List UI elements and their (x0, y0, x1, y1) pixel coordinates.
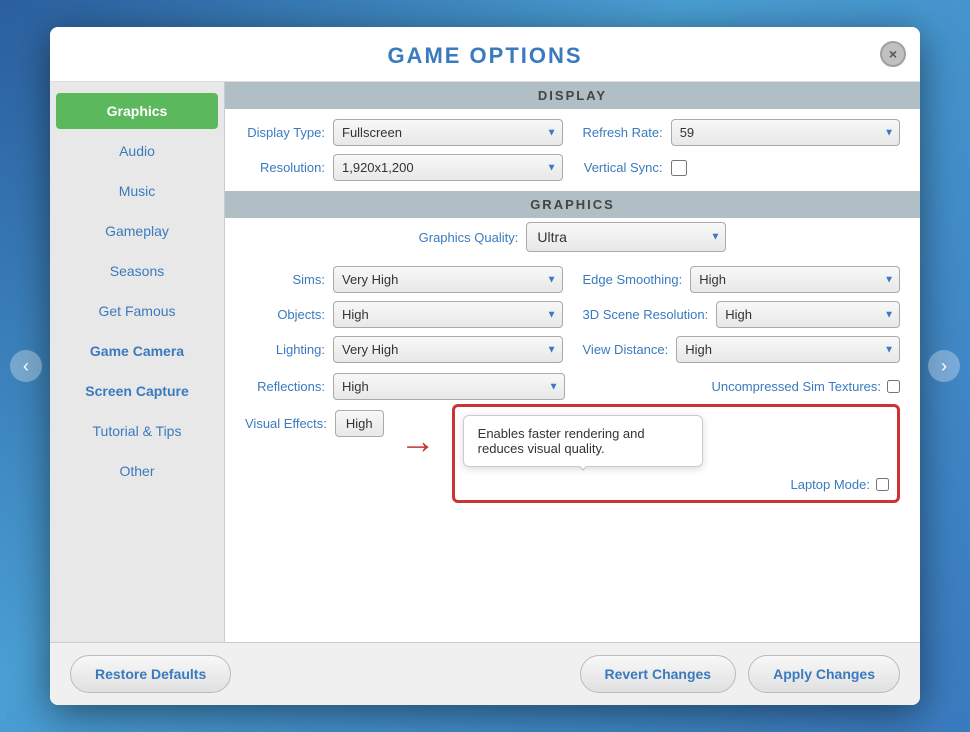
laptop-mode-label: Laptop Mode: (790, 477, 870, 492)
sidebar-item-other[interactable]: Other (56, 453, 218, 489)
graphics-quality-select[interactable]: Ultra Very High High Medium Low (526, 222, 726, 252)
view-distance-row: View Distance: High Very High Medium Low… (583, 336, 901, 363)
view-distance-select-wrapper: High Very High Medium Low ▼ (676, 336, 900, 363)
scene-resolution-row: 3D Scene Resolution: High Very High Medi… (583, 301, 901, 328)
tooltip-bubble: Enables faster rendering and reduces vis… (463, 415, 703, 467)
uncompressed-label: Uncompressed Sim Textures: (711, 379, 881, 395)
sims-row: Sims: Very High High Medium Low ▼ (245, 266, 563, 293)
objects-select-wrapper: High Very High Medium Low ▼ (333, 301, 563, 328)
uncompressed-checkbox[interactable] (887, 380, 900, 393)
refresh-rate-label: Refresh Rate: (583, 125, 663, 140)
lighting-label: Lighting: (245, 342, 325, 357)
resolution-label: Resolution: (245, 160, 325, 175)
sidebar-item-graphics[interactable]: Graphics (56, 93, 218, 129)
reflections-label: Reflections: (245, 379, 325, 394)
sims-label: Sims: (245, 272, 325, 287)
view-distance-label: View Distance: (583, 342, 669, 357)
sidebar-item-game-camera[interactable]: Game Camera (56, 333, 218, 369)
close-button[interactable]: × (880, 41, 906, 67)
graphics-quality-row: Graphics Quality: Ultra Very High High M… (225, 218, 920, 256)
vertical-sync-label: Vertical Sync: (583, 160, 663, 175)
vertical-sync-row: Vertical Sync: (583, 160, 901, 176)
graphics-quality-label: Graphics Quality: (419, 230, 519, 245)
apply-changes-button[interactable]: Apply Changes (748, 655, 900, 693)
objects-label: Objects: (245, 307, 325, 322)
display-section-header: Display (225, 82, 920, 109)
sidebar-item-audio[interactable]: Audio (56, 133, 218, 169)
red-arrow-icon: → (400, 420, 436, 462)
reflections-select-wrapper: High Very High Medium Low ▼ (333, 373, 565, 400)
laptop-mode-highlight-box: Enables faster rendering and reduces vis… (452, 404, 900, 503)
sims-select[interactable]: Very High High Medium Low (333, 266, 563, 293)
sidebar-item-music[interactable]: Music (56, 173, 218, 209)
display-type-label: Display Type: (245, 125, 325, 140)
display-type-row: Display Type: Fullscreen Windowed Border… (245, 119, 563, 146)
reflections-row: Reflections: High Very High Medium Low ▼ (245, 373, 565, 400)
revert-changes-button[interactable]: Revert Changes (580, 655, 737, 693)
scene-resolution-select[interactable]: High Very High Medium Low (716, 301, 900, 328)
view-distance-select[interactable]: High Very High Medium Low (676, 336, 900, 363)
dialog-header: Game Options × (50, 27, 920, 82)
vertical-sync-checkbox-wrapper (671, 160, 687, 176)
lighting-select-wrapper: Very High High Medium Low ▼ (333, 336, 563, 363)
edge-smoothing-label: Edge Smoothing: (583, 272, 683, 287)
tooltip-text: Enables faster rendering and reduces vis… (478, 426, 645, 456)
reflections-uncompressed-row: Reflections: High Very High Medium Low ▼… (225, 373, 920, 404)
refresh-rate-row: Refresh Rate: 59 60 30 ▼ (583, 119, 901, 146)
edge-smoothing-select[interactable]: High Very High Medium Low Off (690, 266, 900, 293)
lighting-select[interactable]: Very High High Medium Low (333, 336, 563, 363)
sidebar-item-screen-capture[interactable]: Screen Capture (56, 373, 218, 409)
visual-effects-label: Visual Effects: (245, 416, 327, 431)
display-type-select-wrapper: Fullscreen Windowed Borderless ▼ (333, 119, 563, 146)
graphics-settings: Sims: Very High High Medium Low ▼ Edge S… (225, 256, 920, 373)
resolution-row: Resolution: 1,920x1,200 1920x1080 1280x7… (245, 154, 563, 181)
sims-select-wrapper: Very High High Medium Low ▼ (333, 266, 563, 293)
resolution-select[interactable]: 1,920x1,200 1920x1080 1280x720 (333, 154, 563, 181)
nav-arrow-right[interactable]: › (928, 350, 960, 382)
objects-row: Objects: High Very High Medium Low ▼ (245, 301, 563, 328)
resolution-select-wrapper: 1,920x1,200 1920x1080 1280x720 ▼ (333, 154, 563, 181)
dialog-title: Game Options (387, 43, 582, 68)
laptop-mode-row: Laptop Mode: (463, 477, 889, 492)
dialog-footer: Restore Defaults Revert Changes Apply Ch… (50, 642, 920, 705)
game-options-dialog: Game Options × Graphics Audio Music Game… (50, 27, 920, 705)
display-type-select[interactable]: Fullscreen Windowed Borderless (333, 119, 563, 146)
edge-smoothing-select-wrapper: High Very High Medium Low Off ▼ (690, 266, 900, 293)
scene-resolution-select-wrapper: High Very High Medium Low ▼ (716, 301, 900, 328)
visual-effects-row: Visual Effects: High (245, 410, 384, 437)
objects-select[interactable]: High Very High Medium Low (333, 301, 563, 328)
visual-effects-section: Visual Effects: High → Enables faster re… (225, 404, 920, 511)
display-settings: Display Type: Fullscreen Windowed Border… (225, 109, 920, 191)
sidebar-item-get-famous[interactable]: Get Famous (56, 293, 218, 329)
restore-defaults-button[interactable]: Restore Defaults (70, 655, 231, 693)
visual-effects-value: High (335, 410, 384, 437)
graphics-section-header: Graphics (225, 191, 920, 218)
nav-arrow-left[interactable]: ‹ (10, 350, 42, 382)
refresh-rate-select-wrapper: 59 60 30 ▼ (671, 119, 900, 146)
sidebar-item-gameplay[interactable]: Gameplay (56, 213, 218, 249)
main-content: Display Display Type: Fullscreen Windowe… (225, 82, 920, 642)
sidebar-item-tutorial-tips[interactable]: Tutorial & Tips (56, 413, 218, 449)
uncompressed-row: Uncompressed Sim Textures: (581, 379, 901, 395)
red-arrow-indicator: → (400, 420, 436, 462)
sidebar: Graphics Audio Music Gameplay Seasons Ge… (50, 82, 225, 642)
tooltip-container: Enables faster rendering and reduces vis… (463, 415, 889, 467)
vertical-sync-checkbox[interactable] (671, 160, 687, 176)
lighting-row: Lighting: Very High High Medium Low ▼ (245, 336, 563, 363)
laptop-mode-checkbox[interactable] (876, 478, 889, 491)
reflections-select[interactable]: High Very High Medium Low (333, 373, 565, 400)
scene-resolution-label: 3D Scene Resolution: (583, 307, 709, 322)
refresh-rate-select[interactable]: 59 60 30 (671, 119, 900, 146)
graphics-quality-select-wrapper: Ultra Very High High Medium Low ▼ (526, 222, 726, 252)
sidebar-item-seasons[interactable]: Seasons (56, 253, 218, 289)
edge-smoothing-row: Edge Smoothing: High Very High Medium Lo… (583, 266, 901, 293)
dialog-body: Graphics Audio Music Gameplay Seasons Ge… (50, 82, 920, 642)
